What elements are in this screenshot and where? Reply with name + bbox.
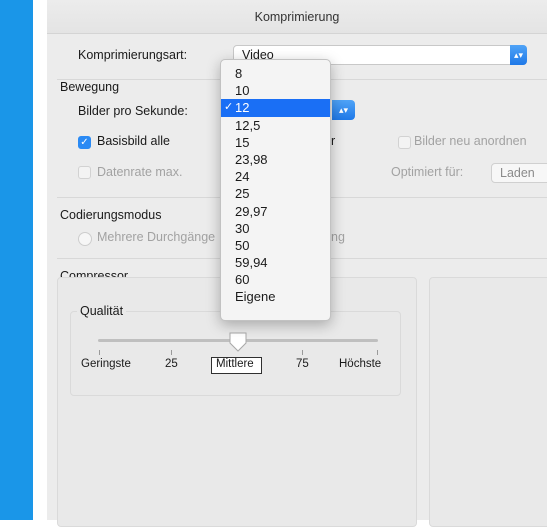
slider-tick bbox=[99, 350, 100, 355]
fps-option[interactable]: 29,97 bbox=[221, 203, 330, 220]
fps-option[interactable]: 24 bbox=[221, 168, 330, 185]
fps-option-selected[interactable]: ✓ 12 bbox=[221, 99, 330, 117]
tick-label-highest: Höchste bbox=[339, 358, 382, 370]
tick-label-75: 75 bbox=[296, 358, 309, 370]
slider-tick bbox=[171, 350, 172, 355]
fps-option[interactable]: Eigene bbox=[221, 288, 330, 305]
fps-dropdown-menu: 8 10 ✓ 12 12,5 15 23,98 24 25 29,97 30 50… bbox=[220, 59, 331, 321]
optimized-popup[interactable]: Laden bbox=[491, 163, 547, 183]
slider-tick bbox=[377, 350, 378, 355]
fps-option[interactable]: 8 bbox=[221, 65, 330, 82]
checkmark-icon: ✓ bbox=[224, 101, 234, 114]
keyframe-suffix: r bbox=[331, 134, 336, 148]
fps-popup-arrows-icon[interactable]: ▴▾ bbox=[332, 100, 355, 120]
fps-option[interactable]: 50 bbox=[221, 237, 330, 254]
encoding-heading: Codierungsmodus bbox=[60, 208, 162, 222]
fps-option[interactable]: 15 bbox=[221, 134, 330, 151]
popup-arrows-icon: ▴▾ bbox=[510, 45, 527, 65]
keyframe-label: Basisbild alle bbox=[97, 134, 170, 148]
reorder-label: Bilder neu anordnen bbox=[414, 134, 527, 148]
compressor-side-box bbox=[429, 277, 547, 527]
motion-heading: Bewegung bbox=[60, 80, 120, 94]
slider-tick bbox=[302, 350, 303, 355]
fps-option[interactable]: 23,98 bbox=[221, 151, 330, 168]
tick-label-medium: Mittlere bbox=[216, 358, 254, 370]
gap-strip bbox=[33, 0, 47, 520]
quality-label: Qualität bbox=[77, 304, 127, 318]
datarate-checkbox[interactable] bbox=[78, 166, 91, 179]
fps-option[interactable]: 59,94 bbox=[221, 254, 330, 271]
keyframe-checkbox[interactable]: ✓ bbox=[78, 136, 91, 149]
side-strip bbox=[0, 0, 33, 520]
quality-slider-thumb[interactable] bbox=[228, 331, 248, 353]
fps-option[interactable]: 60 bbox=[221, 271, 330, 288]
quality-box bbox=[70, 311, 401, 396]
multipass-radio[interactable] bbox=[78, 232, 92, 246]
optimized-label: Optimiert für: bbox=[391, 165, 464, 179]
compression-type-label: Komprimierungsart: bbox=[78, 48, 188, 62]
tick-label-lowest: Geringste bbox=[81, 358, 131, 370]
fps-label: Bilder pro Sekunde: bbox=[78, 104, 188, 118]
fps-option[interactable]: 30 bbox=[221, 220, 330, 237]
title-bar: Komprimierung bbox=[47, 0, 547, 34]
fps-option[interactable]: 25 bbox=[221, 185, 330, 202]
reorder-checkbox[interactable] bbox=[398, 136, 411, 149]
multipass-suffix: ng bbox=[331, 230, 345, 244]
fps-option[interactable]: 12,5 bbox=[221, 117, 330, 134]
tick-label-25: 25 bbox=[165, 358, 178, 370]
fps-option[interactable]: 10 bbox=[221, 82, 330, 99]
datarate-label: Datenrate max. bbox=[97, 165, 183, 179]
multipass-label: Mehrere Durchgänge bbox=[97, 230, 216, 244]
window-title: Komprimierung bbox=[254, 10, 340, 24]
